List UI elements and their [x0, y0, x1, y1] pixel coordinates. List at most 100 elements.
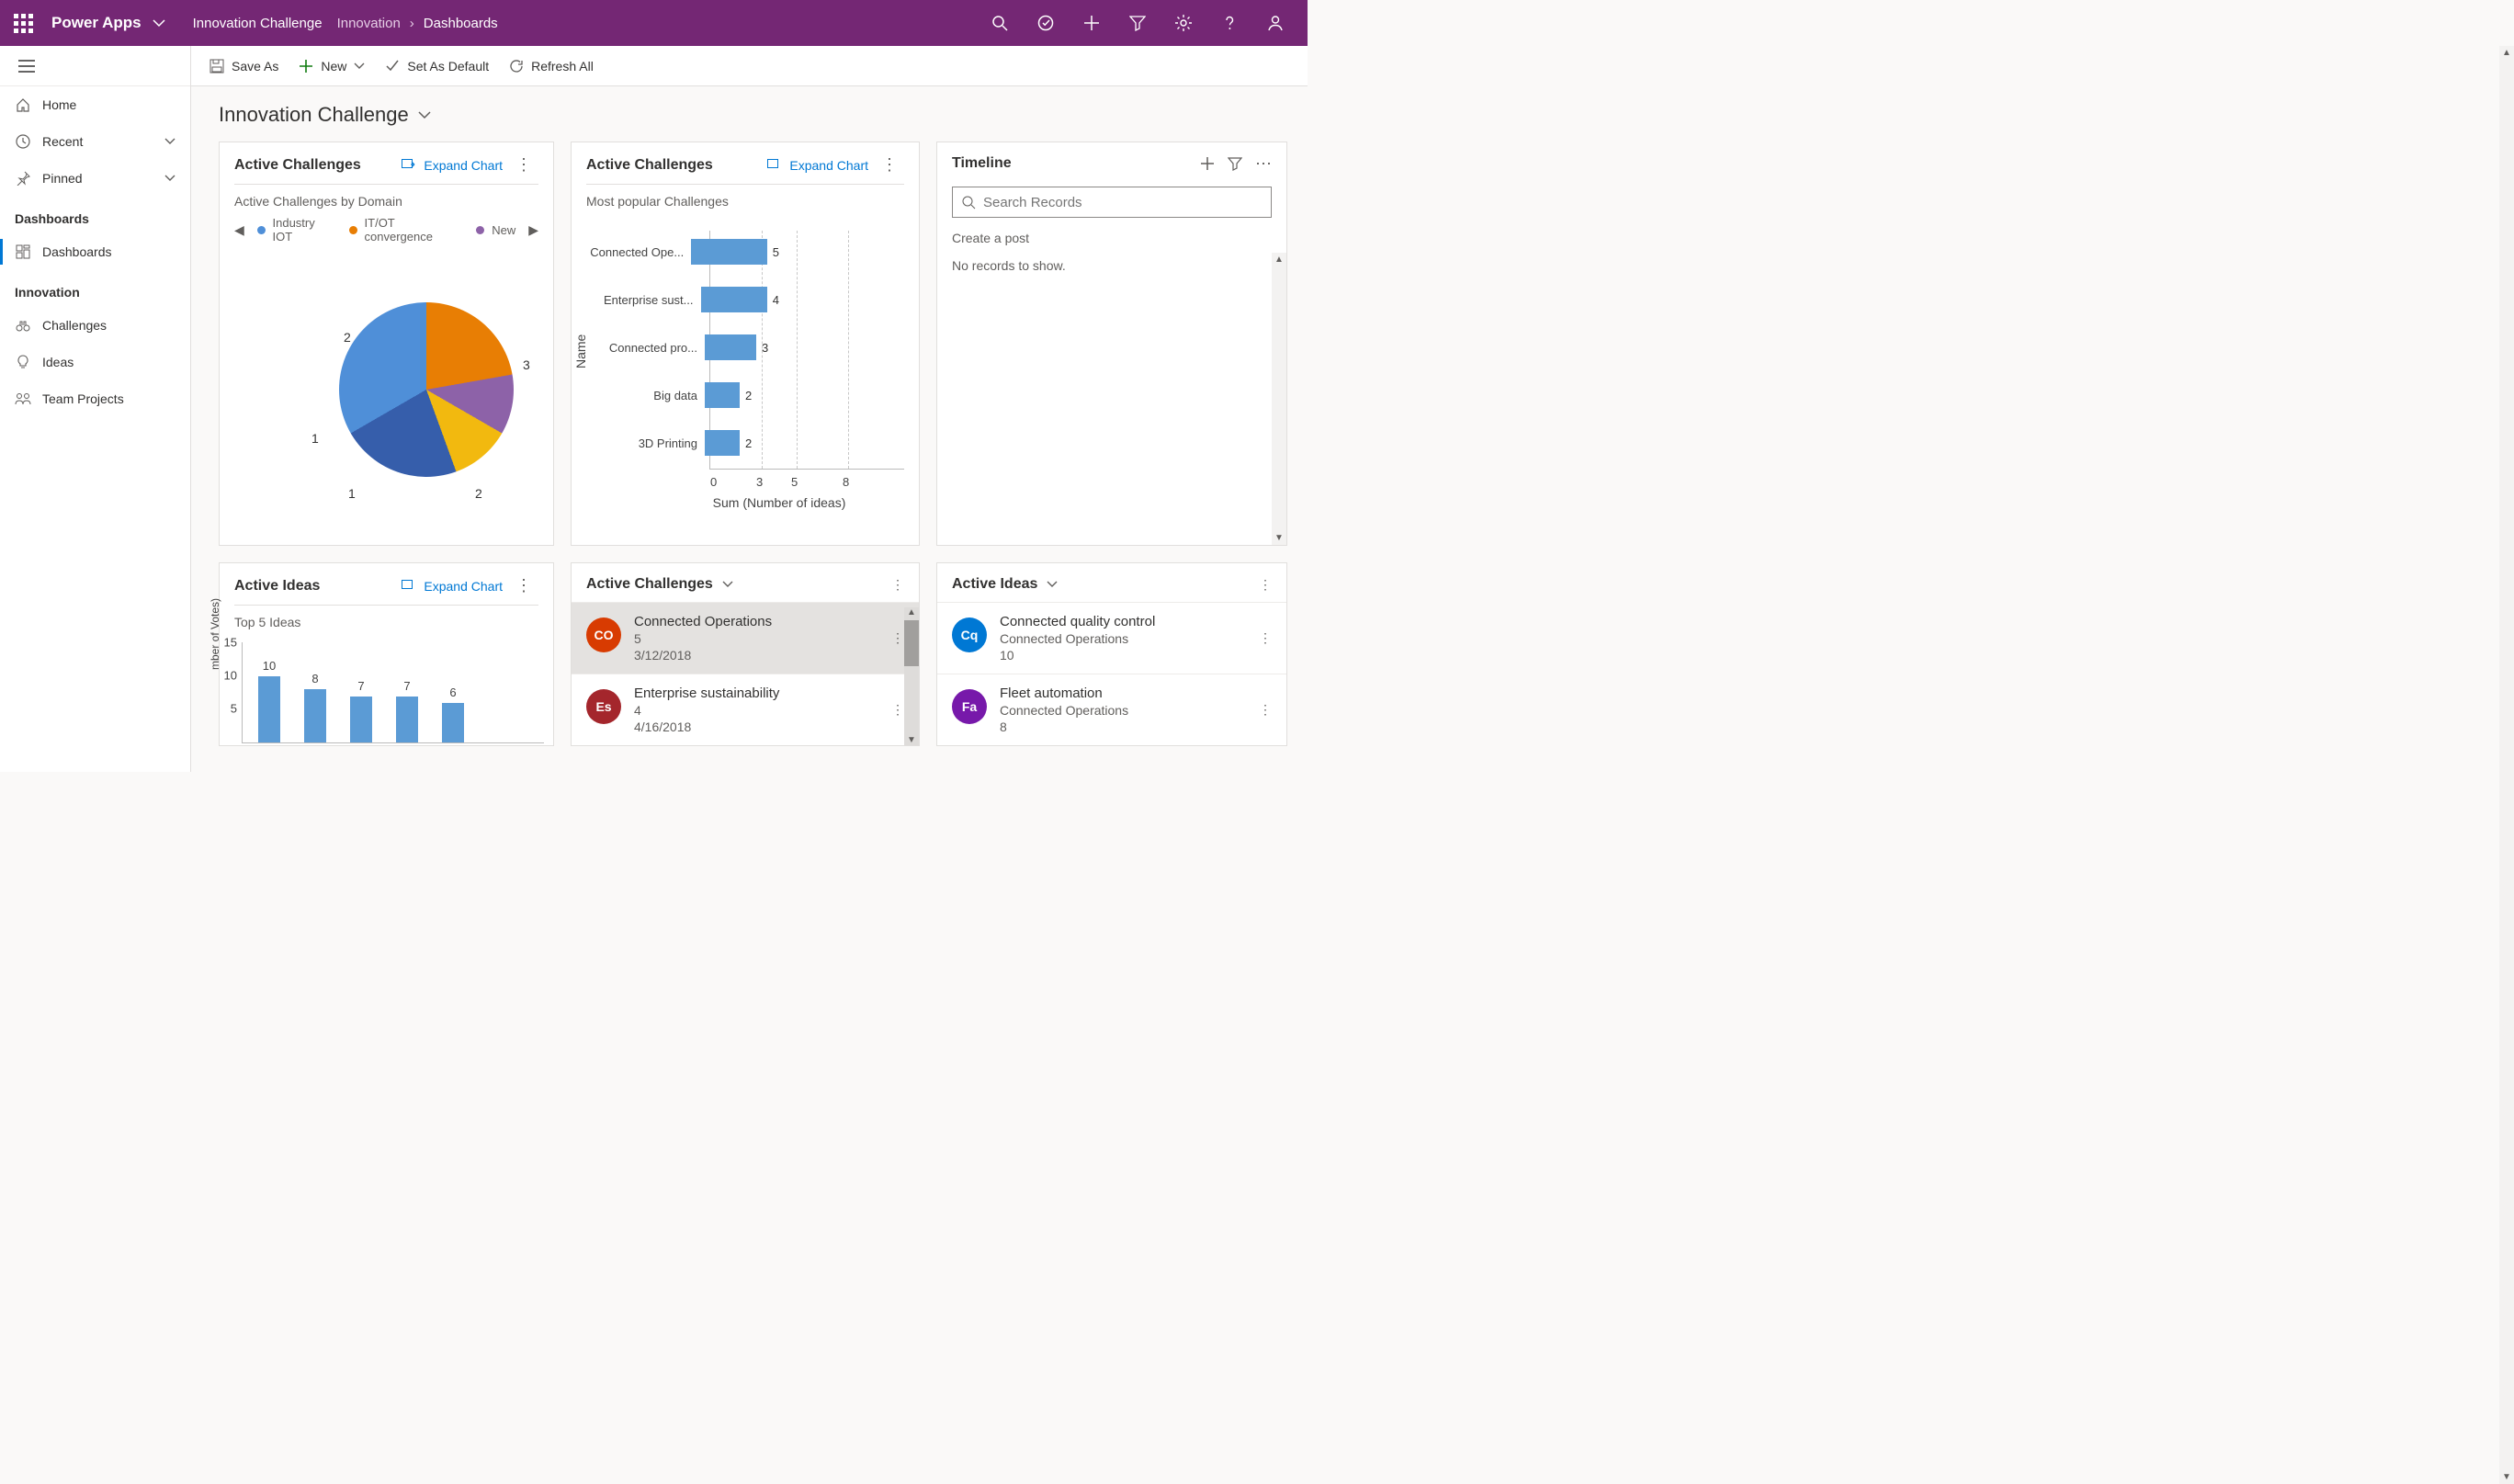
page-title: Innovation Challenge [219, 103, 409, 127]
list-item[interactable]: Fa Fleet automation Connected Operations… [937, 674, 1286, 745]
expand-icon [767, 159, 782, 172]
timeline-more-button[interactable]: ⋯ [1255, 156, 1272, 171]
y-axis-label: mber of Votes) [209, 598, 221, 670]
legend-next[interactable]: ▶ [528, 222, 538, 238]
timeline-filter-button[interactable] [1228, 156, 1242, 171]
timeline-title: Timeline [952, 155, 1012, 172]
add-button[interactable] [1069, 0, 1115, 46]
card-more-button[interactable]: ⋮ [503, 155, 538, 175]
task-button[interactable] [1023, 0, 1069, 46]
x-axis-label: Sum (Number of ideas) [654, 495, 904, 510]
list-item[interactable]: CO Connected Operations 5 3/12/2018 ⋮ [572, 602, 919, 674]
search-button[interactable] [977, 0, 1023, 46]
list-more-button[interactable]: ⋮ [1259, 577, 1272, 593]
nav-challenges-label: Challenges [42, 318, 107, 333]
card-more-button[interactable]: ⋮ [868, 155, 904, 175]
list-item-meta: Connected Operations [1000, 703, 1128, 718]
set-default-button[interactable]: Set As Default [385, 59, 489, 74]
list-more-button[interactable]: ⋮ [891, 577, 904, 593]
page-scrollbar[interactable]: ▲ ▼ [2499, 46, 2514, 1484]
nav-ideas[interactable]: Ideas [0, 344, 190, 380]
timeline-search[interactable] [952, 187, 1272, 218]
chevron-down-icon[interactable] [354, 61, 365, 72]
hamburger-icon [18, 60, 35, 73]
help-button[interactable] [1206, 0, 1252, 46]
checkmark-icon [385, 59, 400, 74]
plus-icon [299, 59, 313, 74]
bar-chart[interactable]: Name Connected Ope... 5 Enterpri [572, 212, 919, 545]
lightbulb-icon [15, 354, 31, 370]
nav-recent[interactable]: Recent [0, 123, 190, 160]
legend-item[interactable]: New [476, 223, 515, 237]
expand-icon [402, 159, 416, 172]
nav-pinned[interactable]: Pinned [0, 160, 190, 197]
filter-button[interactable] [1115, 0, 1161, 46]
breadcrumb-innovation[interactable]: Innovation [337, 16, 401, 31]
list-item-more[interactable]: ⋮ [1259, 702, 1272, 718]
avatar: Es [586, 689, 621, 724]
list-item-more[interactable]: ⋮ [891, 630, 904, 646]
list-item-more[interactable]: ⋮ [891, 702, 904, 718]
pin-icon [15, 170, 31, 187]
pie-value: 2 [475, 486, 482, 501]
environment-name[interactable]: Innovation Challenge [178, 16, 337, 31]
expand-chart-button[interactable]: Expand Chart [767, 158, 868, 173]
page-title-chevron[interactable] [418, 108, 431, 121]
list-item-more[interactable]: ⋮ [1259, 630, 1272, 646]
scroll-up-icon[interactable]: ▲ [1274, 255, 1284, 265]
timeline-add-button[interactable] [1200, 156, 1215, 171]
home-icon [15, 96, 31, 113]
account-button[interactable] [1252, 0, 1298, 46]
card-active-challenges-pie: Active Challenges Expand Chart ⋮ Active … [219, 142, 554, 546]
nav-home-label: Home [42, 97, 76, 112]
collapse-nav-button[interactable] [0, 46, 190, 86]
timeline-search-input[interactable] [983, 195, 1262, 210]
nav-group-dashboards: Dashboards [0, 197, 190, 233]
list-item[interactable]: Es Enterprise sustainability 4 4/16/2018… [572, 674, 919, 745]
legend-prev[interactable]: ◀ [234, 222, 244, 238]
list-item[interactable]: Cq Connected quality control Connected O… [937, 602, 1286, 674]
refresh-label: Refresh All [531, 59, 594, 74]
timeline-scrollbar[interactable]: ▲ ▼ [1272, 253, 1286, 545]
waffle-icon [14, 14, 33, 33]
card-timeline: Timeline ⋯ [936, 142, 1287, 546]
pie-chart[interactable]: 3 2 1 1 2 [220, 247, 553, 545]
funnel-icon [1228, 156, 1242, 171]
search-icon [991, 15, 1008, 31]
breadcrumb-dashboards: Dashboards [424, 16, 498, 31]
legend-item[interactable]: IT/OT convergence [349, 216, 463, 244]
legend-item[interactable]: Industry IOT [257, 216, 336, 244]
app-name: Power Apps [46, 14, 147, 32]
scroll-up-icon[interactable]: ▲ [2502, 48, 2511, 58]
list-scrollbar[interactable]: ▲ ▼ [904, 607, 919, 745]
dashboard-grid[interactable]: Active Challenges Expand Chart ⋮ Active … [191, 132, 1308, 772]
list-view-chevron[interactable] [1047, 579, 1058, 590]
settings-button[interactable] [1161, 0, 1206, 46]
chevron-down-icon [164, 136, 176, 147]
expand-chart-button[interactable]: Expand Chart [402, 158, 503, 173]
app-launcher[interactable] [0, 0, 46, 46]
list-view-chevron[interactable] [722, 579, 733, 590]
list-item-meta: 10 [1000, 648, 1155, 663]
nav-home[interactable]: Home [0, 86, 190, 123]
app-chevron[interactable] [147, 17, 178, 29]
chevron-down-icon [164, 173, 176, 184]
nav-dashboards[interactable]: Dashboards [0, 233, 190, 270]
mini-bar-chart[interactable]: mber of Votes) 15 10 5 10 8 7 [220, 633, 553, 743]
timeline-create-post[interactable]: Create a post [937, 223, 1286, 253]
save-as-button[interactable]: Save As [210, 59, 278, 74]
refresh-button[interactable]: Refresh All [509, 59, 594, 74]
scroll-down-icon[interactable]: ▼ [1274, 533, 1284, 543]
nav-team-projects[interactable]: Team Projects [0, 380, 190, 417]
card-title: Active Challenges [586, 157, 713, 174]
dashboard-icon [15, 244, 31, 260]
expand-chart-button[interactable]: Expand Chart [402, 579, 503, 594]
list-item-title: Fleet automation [1000, 685, 1128, 701]
pie-value: 1 [311, 431, 319, 446]
card-more-button[interactable]: ⋮ [503, 576, 538, 595]
nav-challenges[interactable]: Challenges [0, 307, 190, 344]
save-as-label: Save As [232, 59, 278, 74]
scroll-down-icon[interactable]: ▼ [2502, 1472, 2511, 1482]
expand-chart-label: Expand Chart [424, 579, 503, 594]
new-button[interactable]: New [299, 59, 365, 74]
